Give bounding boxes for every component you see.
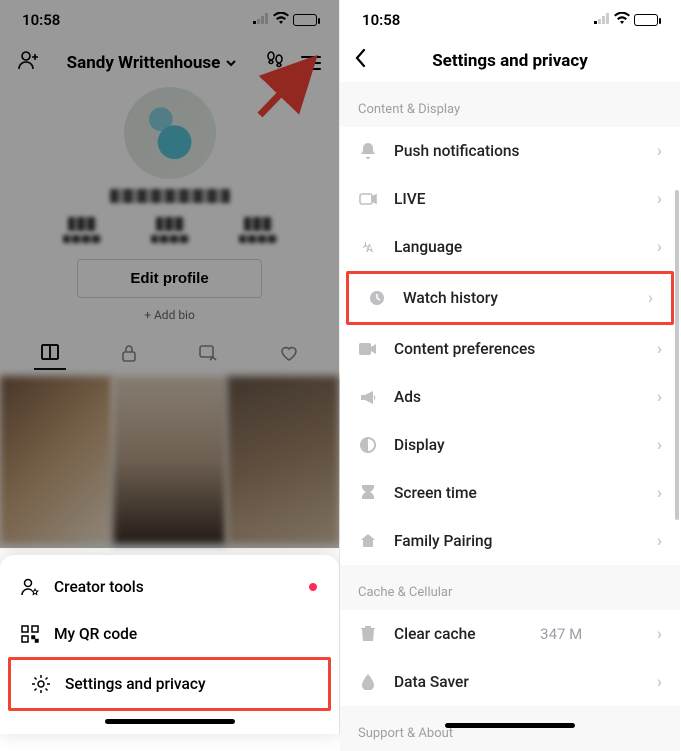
menu-item-label: Settings and privacy bbox=[65, 675, 206, 693]
language-icon bbox=[358, 239, 378, 255]
edit-profile-button[interactable]: Edit profile bbox=[77, 259, 261, 298]
home-indicator bbox=[105, 719, 235, 724]
feed-grid[interactable] bbox=[0, 376, 339, 544]
chevron-right-icon: › bbox=[657, 141, 662, 161]
status-time: 10:58 bbox=[362, 11, 400, 29]
hamburger-icon[interactable] bbox=[301, 56, 321, 70]
tab-grid[interactable] bbox=[40, 344, 60, 362]
status-time: 10:58 bbox=[22, 11, 60, 29]
row-label: Data Saver bbox=[394, 673, 469, 691]
row-live[interactable]: LIVE › bbox=[340, 175, 680, 223]
footsteps-icon[interactable] bbox=[265, 50, 285, 75]
row-label: Display bbox=[394, 436, 445, 454]
bell-icon bbox=[358, 142, 378, 160]
feed-thumbnail[interactable] bbox=[113, 376, 225, 544]
row-content-preferences[interactable]: Content preferences › bbox=[340, 325, 680, 373]
chevron-right-icon: › bbox=[657, 435, 662, 455]
status-bar: 10:58 bbox=[0, 0, 339, 40]
hourglass-icon bbox=[358, 485, 378, 502]
chevron-right-icon: › bbox=[657, 189, 662, 209]
chevron-right-icon: › bbox=[657, 672, 662, 692]
row-push-notifications[interactable]: Push notifications › bbox=[340, 127, 680, 175]
wifi-icon bbox=[614, 12, 630, 28]
row-data-saver[interactable]: Data Saver › bbox=[340, 658, 680, 706]
chevron-right-icon: › bbox=[657, 483, 662, 503]
moon-icon bbox=[358, 437, 378, 453]
chevron-right-icon: › bbox=[657, 387, 662, 407]
add-bio-button[interactable]: + Add bio bbox=[144, 308, 195, 322]
chevron-right-icon: › bbox=[657, 339, 662, 359]
menu-my-qr[interactable]: My QR code bbox=[0, 611, 339, 657]
row-display[interactable]: Display › bbox=[340, 421, 680, 469]
row-value: 347 M bbox=[540, 625, 582, 643]
home-icon bbox=[358, 533, 378, 549]
chevron-down-icon bbox=[224, 56, 238, 70]
battery-icon bbox=[293, 14, 317, 26]
trash-icon bbox=[358, 626, 378, 642]
profile-menu-sheet: Creator tools My QR code Settings and pr… bbox=[0, 555, 339, 734]
chevron-right-icon: › bbox=[657, 531, 662, 551]
add-user-icon[interactable] bbox=[18, 50, 40, 75]
clock-icon bbox=[367, 290, 387, 306]
menu-item-label: My QR code bbox=[54, 625, 137, 643]
status-bar: 10:58 bbox=[340, 0, 680, 40]
menu-creator-tools[interactable]: Creator tools bbox=[0, 563, 339, 611]
row-label: Watch history bbox=[403, 289, 498, 307]
row-label: Clear cache bbox=[394, 625, 476, 643]
row-clear-cache[interactable]: Clear cache 347 M › bbox=[340, 610, 680, 658]
qr-icon bbox=[20, 625, 40, 643]
profile-name-label: Sandy Writtenhouse bbox=[67, 53, 221, 73]
wifi-icon bbox=[273, 12, 289, 28]
battery-icon bbox=[634, 14, 658, 26]
row-label: Push notifications bbox=[394, 142, 520, 160]
row-language[interactable]: Language › bbox=[340, 223, 680, 271]
live-icon bbox=[358, 192, 378, 206]
megaphone-icon bbox=[358, 390, 378, 405]
tab-lock[interactable] bbox=[121, 344, 137, 362]
avatar[interactable] bbox=[124, 87, 216, 179]
gear-icon bbox=[31, 674, 51, 694]
section-support-about: Support & About bbox=[340, 706, 680, 751]
row-ads[interactable]: Ads › bbox=[340, 373, 680, 421]
feed-thumbnail[interactable] bbox=[227, 376, 339, 544]
row-family-pairing[interactable]: Family Pairing › bbox=[340, 517, 680, 565]
profile-stats bbox=[63, 217, 277, 243]
page-title: Settings and privacy bbox=[432, 51, 588, 71]
chevron-right-icon: › bbox=[657, 624, 662, 644]
chevron-right-icon: › bbox=[657, 237, 662, 257]
person-star-icon bbox=[20, 577, 40, 597]
row-label: Family Pairing bbox=[394, 532, 492, 550]
feed-thumbnail[interactable] bbox=[0, 376, 112, 544]
row-watch-history[interactable]: Watch history › bbox=[346, 271, 674, 325]
notification-dot-icon bbox=[309, 583, 317, 591]
row-label: Ads bbox=[394, 388, 421, 406]
section-cache-cellular: Cache & Cellular bbox=[340, 565, 680, 610]
signal-icon bbox=[253, 12, 269, 28]
menu-settings-privacy[interactable]: Settings and privacy bbox=[8, 657, 331, 711]
chevron-right-icon: › bbox=[648, 288, 653, 308]
video-icon bbox=[358, 343, 378, 355]
home-indicator bbox=[445, 723, 575, 728]
row-label: Screen time bbox=[394, 484, 477, 502]
signal-icon bbox=[594, 12, 610, 28]
username-handle bbox=[110, 189, 230, 203]
row-label: Content preferences bbox=[394, 340, 535, 358]
back-button[interactable] bbox=[354, 48, 366, 74]
droplet-icon bbox=[358, 674, 378, 690]
profile-name[interactable]: Sandy Writtenhouse bbox=[67, 53, 239, 73]
tab-liked[interactable] bbox=[279, 344, 299, 362]
row-screen-time[interactable]: Screen time › bbox=[340, 469, 680, 517]
row-label: LIVE bbox=[394, 190, 426, 208]
scrollbar[interactable] bbox=[675, 190, 679, 520]
row-label: Language bbox=[394, 238, 462, 256]
section-content-display: Content & Display bbox=[340, 82, 680, 127]
tab-repost[interactable] bbox=[198, 344, 218, 362]
menu-item-label: Creator tools bbox=[54, 578, 144, 596]
